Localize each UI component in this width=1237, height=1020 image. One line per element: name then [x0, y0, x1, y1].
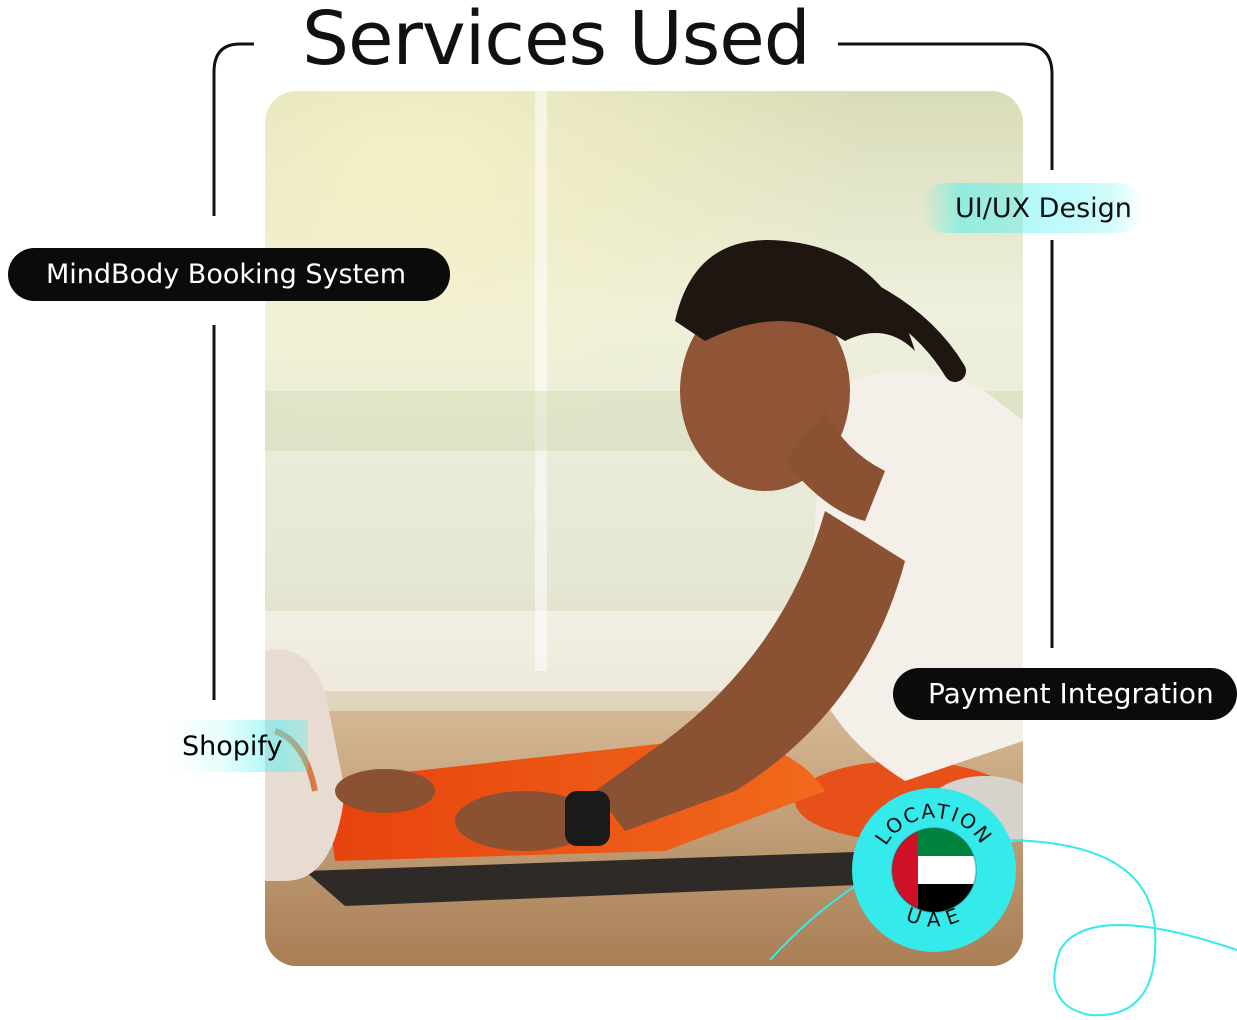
service-label-uiux: UI/UX Design: [955, 192, 1132, 224]
service-label-payment: Payment Integration: [928, 677, 1214, 710]
service-label-mindbody: MindBody Booking System: [46, 259, 407, 290]
location-badge: LOCATION UAE: [852, 788, 1016, 952]
service-pill-payment: Payment Integration: [893, 668, 1237, 720]
service-pill-uiux: UI/UX Design: [921, 183, 1143, 233]
service-pill-shopify: Shopify: [170, 720, 308, 772]
service-label-shopify: Shopify: [182, 730, 283, 762]
service-pill-mindbody: MindBody Booking System: [8, 248, 450, 301]
page-title: Services Used: [302, 0, 811, 82]
